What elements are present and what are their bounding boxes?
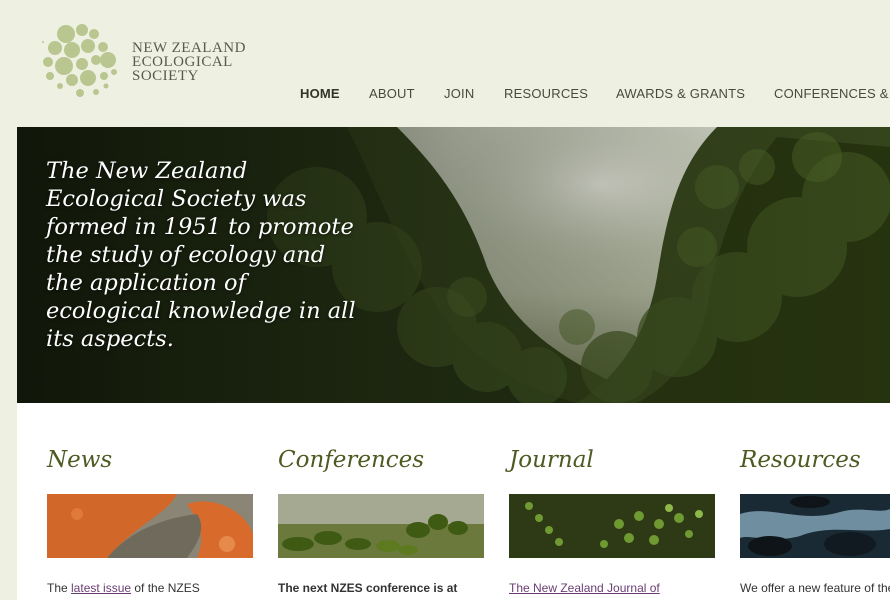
fern-leaves-image xyxy=(278,494,484,558)
news-thumbnail[interactable] xyxy=(47,494,253,558)
nav-join[interactable]: JOIN xyxy=(444,86,474,101)
journal-link[interactable]: The New Zealand Journal of xyxy=(509,581,660,595)
resources-blurb: We offer a new feature of the xyxy=(740,581,890,595)
nav-awards-grants[interactable]: AWARDS & GRANTS xyxy=(616,86,745,101)
nav-home[interactable]: HOME xyxy=(300,86,340,101)
logo-line-2: ECOLOGICAL xyxy=(132,54,233,70)
news-section: News The latest issue of the NZES xyxy=(47,403,257,600)
hero-banner: The New Zealand Ecological Society was f… xyxy=(17,127,890,403)
resources-heading[interactable]: Resources xyxy=(740,447,861,473)
site-header: NEW ZEALAND ECOLOGICAL SOCIETY HOME ABOU… xyxy=(0,0,890,127)
journal-heading[interactable]: Journal xyxy=(509,447,594,473)
nav-resources[interactable]: RESOURCES xyxy=(504,86,588,101)
stream-rocks-image xyxy=(740,494,890,558)
news-blurb: The latest issue of the NZES xyxy=(47,581,267,595)
news-blurb-pre: The xyxy=(47,581,72,595)
conferences-thumbnail[interactable] xyxy=(278,494,484,558)
logo-line-1: NEW ZEALAND xyxy=(132,40,246,56)
main-nav: HOME ABOUT JOIN RESOURCES AWARDS & GRANT… xyxy=(0,86,890,106)
nav-about[interactable]: ABOUT xyxy=(369,86,415,101)
news-heading[interactable]: News xyxy=(47,447,112,473)
resources-section: Resources We offer a new feature of the xyxy=(740,403,890,600)
journal-blurb: The New Zealand Journal of xyxy=(509,581,729,595)
conferences-blurb: The next NZES conference is at xyxy=(278,581,458,595)
lichen-rock-image xyxy=(47,494,253,558)
journal-thumbnail[interactable] xyxy=(509,494,715,558)
logo-wordmark: NEW ZEALAND ECOLOGICAL SOCIETY xyxy=(132,40,246,84)
latest-issue-link[interactable]: latest issue xyxy=(71,581,131,595)
conferences-section: Conferences The next NZES conference is … xyxy=(278,403,488,600)
content-area: News The latest issue of the NZES Confer… xyxy=(17,403,890,600)
journal-section: Journal The New Zealand Journal of xyxy=(509,403,719,600)
news-blurb-post: of the NZES xyxy=(131,581,200,595)
nav-conferences[interactable]: CONFERENCES & xyxy=(774,86,889,101)
logo-line-3: SOCIETY xyxy=(132,68,199,84)
conferences-heading[interactable]: Conferences xyxy=(278,447,424,473)
hero-tagline: The New Zealand Ecological Society was f… xyxy=(46,158,356,352)
resources-thumbnail[interactable] xyxy=(740,494,890,558)
fern-moss-image xyxy=(509,494,715,558)
